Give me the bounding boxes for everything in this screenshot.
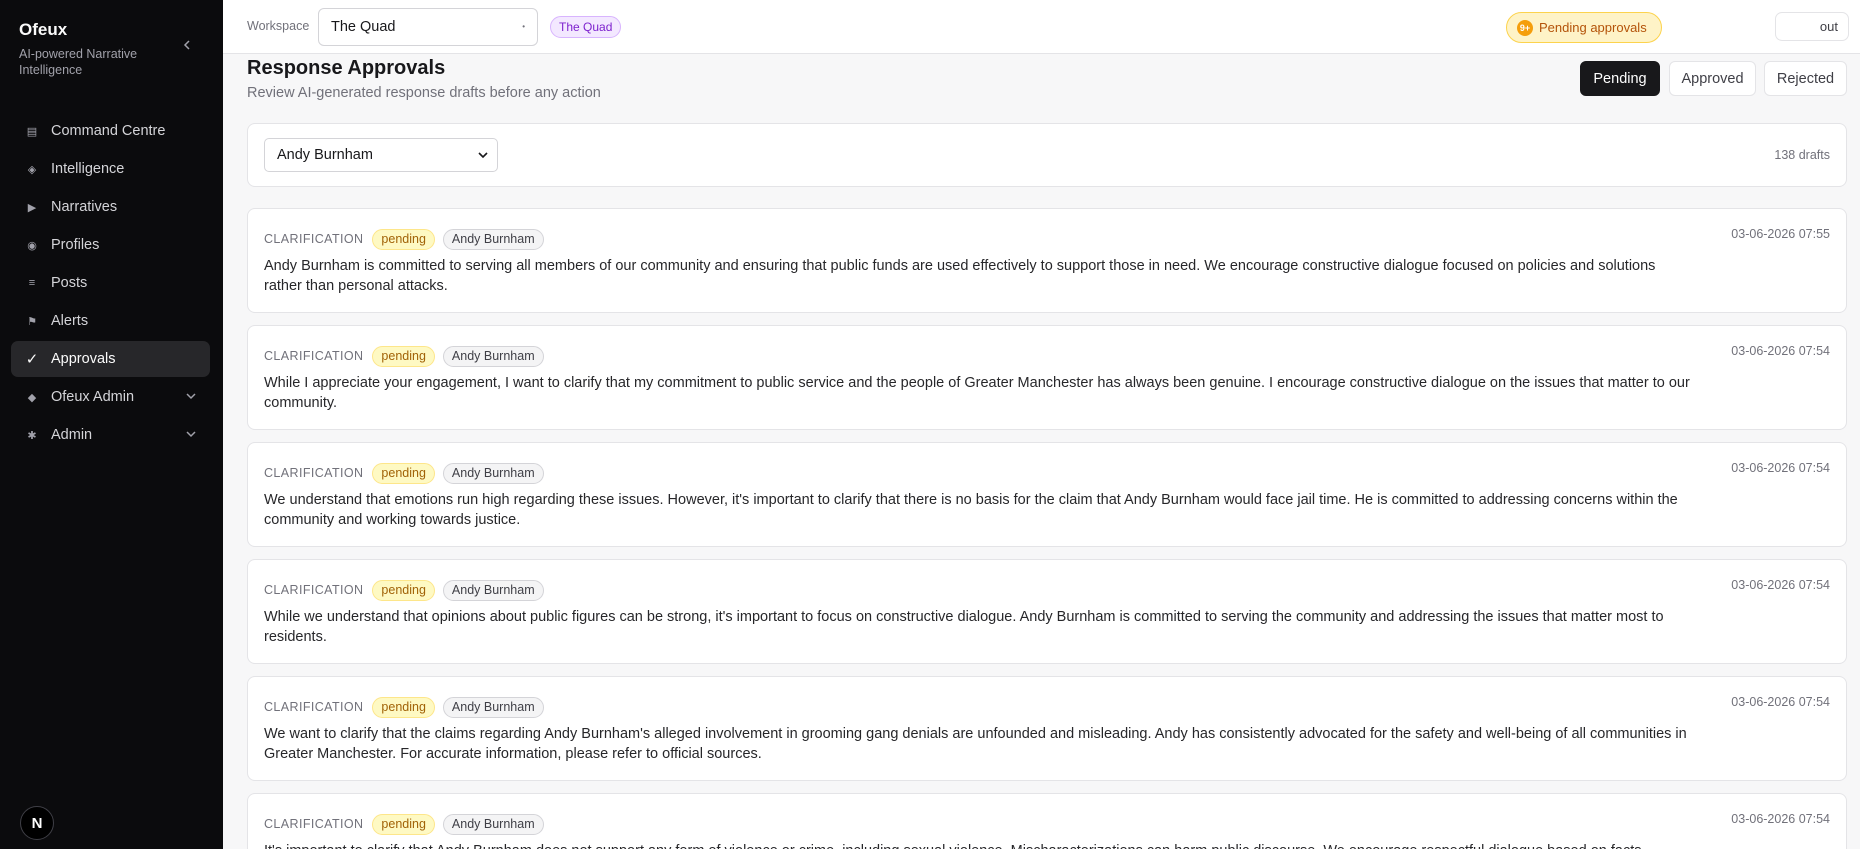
- check-icon: ✓: [25, 351, 39, 368]
- pending-approvals-label: Pending approvals: [1539, 20, 1647, 35]
- person-badge: Andy Burnham: [442, 345, 544, 367]
- filter-card: Andy Burnham 138 drafts: [247, 123, 1847, 187]
- sidebar-item-label: Alerts: [51, 313, 89, 329]
- play-icon: ▶: [27, 201, 37, 214]
- workspace-label: Workspace: [247, 19, 310, 33]
- tab-approved[interactable]: Approved: [1669, 61, 1756, 96]
- workspace-select[interactable]: The Quad •: [318, 8, 538, 46]
- drafts-list: CLARIFICATION pending Andy Burnham Andy …: [247, 208, 1847, 849]
- chevron-down-icon: [186, 431, 196, 438]
- sidebar-item-label: Intelligence: [51, 161, 125, 177]
- sparkle-icon: ◈: [27, 163, 37, 176]
- brand-subtitle: AI-powered Narrative Intelligence: [19, 47, 138, 77]
- workspace-badge: The Quad: [550, 16, 622, 38]
- chevron-down-icon: [186, 393, 196, 400]
- draft-type: CLARIFICATION: [264, 700, 364, 714]
- draft-timestamp: 03-06-2026 07:55: [1731, 227, 1830, 241]
- sidebar-item-alerts[interactable]: ⚑ Alerts: [11, 303, 210, 339]
- sidebar-item-profiles[interactable]: ◉ Profiles: [11, 227, 210, 263]
- draft-timestamp: 03-06-2026 07:54: [1731, 344, 1830, 358]
- profile-icon: ◉: [27, 239, 37, 252]
- status-badge: pending: [372, 579, 435, 601]
- draft-timestamp: 03-06-2026 07:54: [1731, 695, 1830, 709]
- sidebar-item-label: Profiles: [51, 237, 100, 253]
- person-filter-value: Andy Burnham: [277, 147, 373, 163]
- page-subtitle: Review AI-generated response drafts befo…: [247, 85, 601, 101]
- drafts-count: 138 drafts: [1774, 148, 1830, 162]
- sidebar-item-command-centre[interactable]: ▤ Command Centre: [11, 113, 210, 149]
- status-badge: pending: [372, 228, 435, 250]
- caret-icon: •: [522, 22, 525, 31]
- pending-count-badge: 9+: [1517, 19, 1533, 36]
- person-badge: Andy Burnham: [442, 228, 544, 250]
- sidebar-item-label: Posts: [51, 275, 88, 291]
- draft-text: It's important to clarify that Andy Burn…: [264, 841, 1696, 849]
- page-title: Response Approvals: [247, 57, 446, 79]
- draft-type: CLARIFICATION: [264, 232, 364, 246]
- draft-timestamp: 03-06-2026 07:54: [1731, 461, 1830, 475]
- draft-type: CLARIFICATION: [264, 583, 364, 597]
- status-badge: pending: [372, 345, 435, 367]
- sidebar-item-admin[interactable]: ✱ Admin: [11, 417, 210, 453]
- tab-rejected[interactable]: Rejected: [1764, 61, 1847, 96]
- person-badge: Andy Burnham: [442, 462, 544, 484]
- sidebar-item-label: Narratives: [51, 199, 118, 215]
- status-badge: pending: [372, 462, 435, 484]
- draft-text: We want to clarify that the claims regar…: [264, 726, 1687, 762]
- draft-card[interactable]: CLARIFICATION pending Andy Burnham It's …: [247, 793, 1847, 849]
- draft-card[interactable]: CLARIFICATION pending Andy Burnham While…: [247, 325, 1847, 430]
- draft-text: Andy Burnham is committed to serving all…: [264, 258, 1656, 294]
- draft-text: While we understand that opinions about …: [264, 609, 1664, 645]
- draft-timestamp: 03-06-2026 07:54: [1731, 812, 1830, 826]
- draft-text: We understand that emotions run high reg…: [264, 492, 1678, 528]
- diamond-icon: ◆: [27, 391, 37, 404]
- sidebar-item-intelligence[interactable]: ◈ Intelligence: [11, 151, 210, 187]
- logout-button[interactable]: out: [1775, 12, 1849, 41]
- workspace-select-value: The Quad: [331, 19, 396, 35]
- sidebar-item-label: Command Centre: [51, 123, 166, 139]
- sidebar-item-ofeux-admin[interactable]: ◆ Ofeux Admin: [11, 379, 210, 415]
- person-badge: Andy Burnham: [442, 696, 544, 718]
- status-badge: pending: [372, 696, 435, 718]
- sidebar-item-narratives[interactable]: ▶ Narratives: [11, 189, 210, 225]
- topbar: Workspace The Quad • The Quad 9+ Pending…: [223, 0, 1860, 54]
- draft-type: CLARIFICATION: [264, 349, 364, 363]
- person-badge: Andy Burnham: [442, 579, 544, 601]
- draft-type: CLARIFICATION: [264, 817, 364, 831]
- person-filter-select[interactable]: Andy Burnham: [264, 138, 498, 172]
- sidebar-item-label: Admin: [51, 427, 93, 443]
- sidebar-nav: ▤ Command Centre ◈ Intelligence ▶ Narrat…: [11, 113, 210, 455]
- gear-icon: ✱: [27, 429, 37, 442]
- grid-icon: ▤: [26, 125, 38, 138]
- list-icon: ≡: [28, 277, 36, 289]
- draft-type: CLARIFICATION: [264, 466, 364, 480]
- avatar[interactable]: N: [20, 806, 54, 840]
- sidebar-item-approvals[interactable]: ✓ Approvals: [11, 341, 210, 377]
- logout-label: out: [1819, 19, 1838, 34]
- flag-icon: ⚑: [27, 315, 37, 328]
- sidebar-item-label: Ofeux Admin: [51, 389, 135, 405]
- person-badge: Andy Burnham: [442, 813, 544, 835]
- chevron-down-icon: [478, 152, 488, 159]
- pending-approvals-button[interactable]: 9+ Pending approvals: [1506, 12, 1662, 43]
- draft-card[interactable]: CLARIFICATION pending Andy Burnham We wa…: [247, 676, 1847, 781]
- draft-card[interactable]: CLARIFICATION pending Andy Burnham While…: [247, 559, 1847, 664]
- sidebar: Ofeux AI-powered Narrative Intelligence …: [0, 0, 223, 849]
- draft-text: While I appreciate your engagement, I wa…: [264, 375, 1690, 411]
- sidebar-item-label: Approvals: [51, 351, 116, 367]
- chevron-left-icon: [183, 40, 190, 50]
- draft-card[interactable]: CLARIFICATION pending Andy Burnham We un…: [247, 442, 1847, 547]
- draft-timestamp: 03-06-2026 07:54: [1731, 578, 1830, 592]
- status-badge: pending: [372, 813, 435, 835]
- sidebar-item-posts[interactable]: ≡ Posts: [11, 265, 210, 301]
- draft-card[interactable]: CLARIFICATION pending Andy Burnham Andy …: [247, 208, 1847, 313]
- collapse-sidebar-button[interactable]: [179, 37, 195, 57]
- tab-pending[interactable]: Pending: [1580, 61, 1660, 96]
